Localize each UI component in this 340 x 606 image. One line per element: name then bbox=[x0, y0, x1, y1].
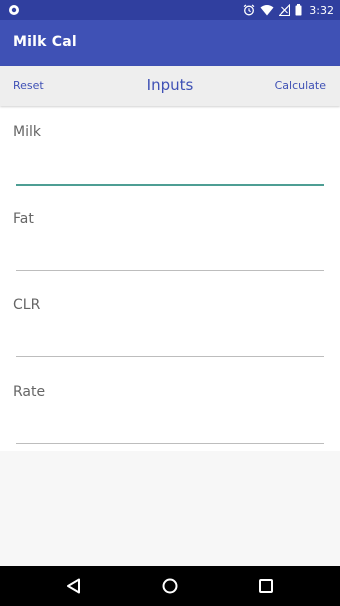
rate-input[interactable] bbox=[16, 443, 324, 444]
navigation-bar bbox=[0, 566, 340, 606]
battery-icon bbox=[295, 4, 302, 16]
home-icon[interactable] bbox=[160, 576, 180, 596]
status-time: 3:32 bbox=[309, 3, 334, 17]
input-form: Milk Fat CLR Rate bbox=[0, 106, 340, 451]
fat-label: Fat bbox=[13, 211, 34, 227]
rate-label: Rate bbox=[13, 384, 46, 400]
inputs-toolbar: Reset Inputs Calculate bbox=[0, 66, 340, 106]
wifi-icon bbox=[260, 5, 274, 16]
recents-icon[interactable] bbox=[256, 576, 276, 596]
milk-label: Milk bbox=[13, 124, 41, 140]
clr-label: CLR bbox=[13, 297, 41, 313]
app-bar: Milk Cal bbox=[0, 20, 340, 66]
calculate-button[interactable]: Calculate bbox=[275, 79, 326, 92]
milk-input[interactable] bbox=[16, 184, 324, 186]
fat-input[interactable] bbox=[16, 270, 324, 271]
clr-input[interactable] bbox=[16, 356, 324, 357]
status-bar: 3:32 bbox=[0, 0, 340, 20]
alarm-icon bbox=[243, 4, 255, 16]
signal-icon bbox=[279, 4, 291, 16]
back-icon[interactable] bbox=[64, 576, 84, 596]
status-icons: 3:32 bbox=[243, 2, 334, 18]
notification-dot-icon bbox=[9, 5, 19, 15]
app-title: Milk Cal bbox=[13, 34, 77, 50]
